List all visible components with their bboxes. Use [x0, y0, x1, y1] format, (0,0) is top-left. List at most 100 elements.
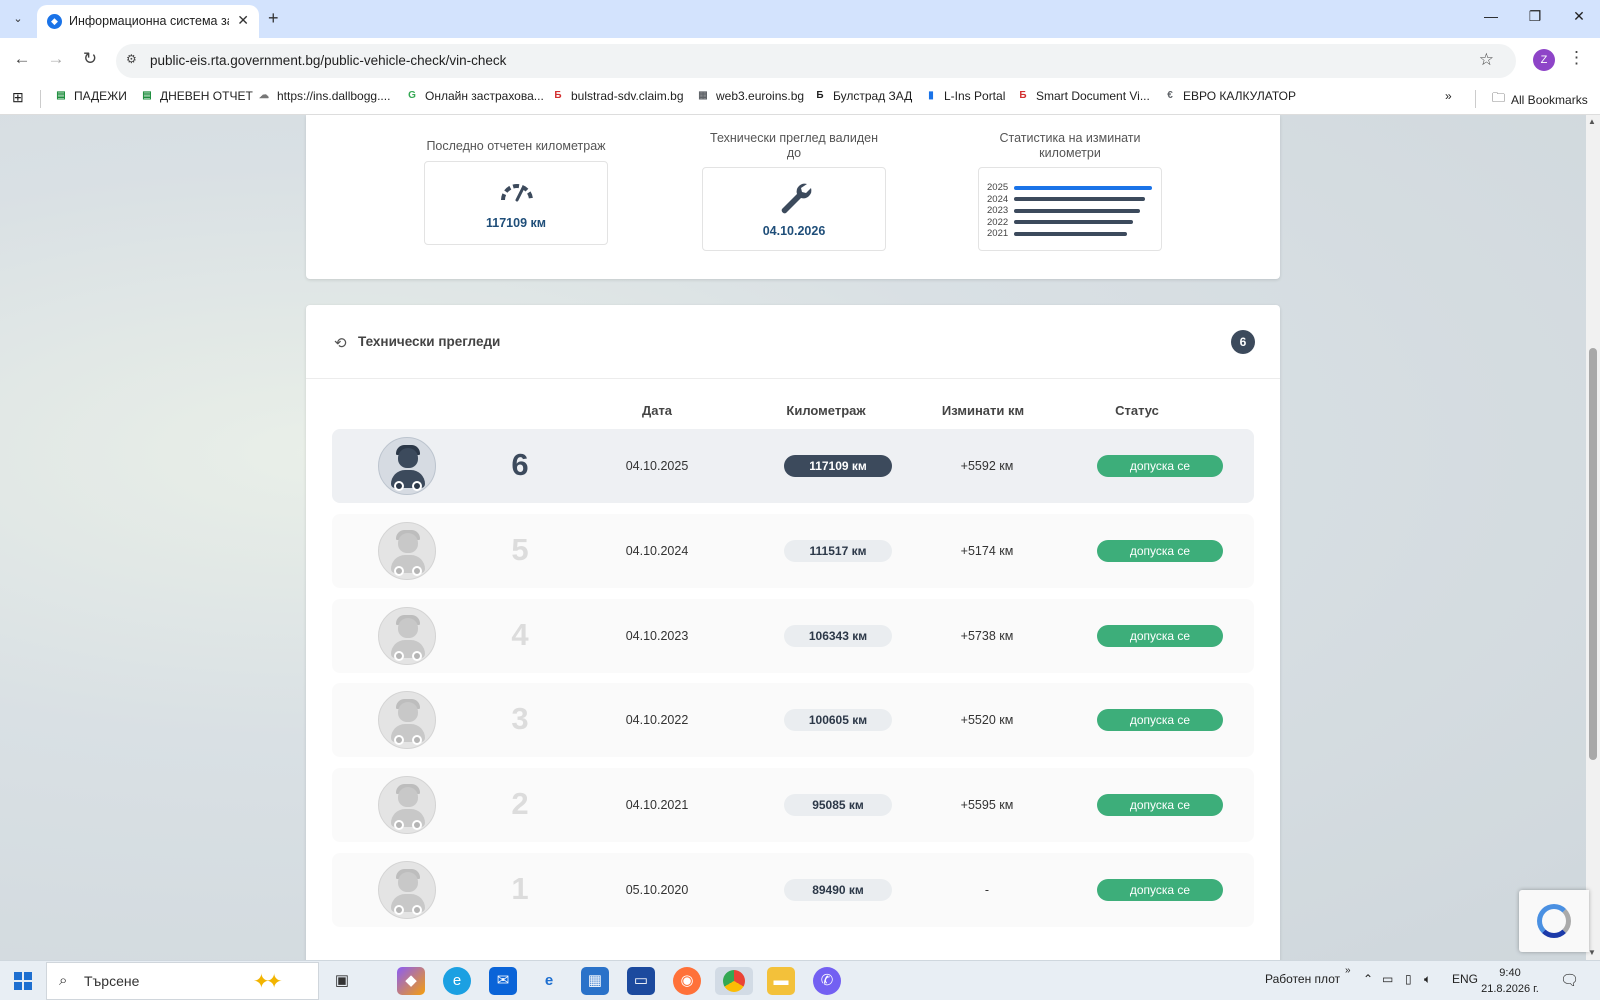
- avatar-head: [398, 617, 418, 638]
- km-difference: +5595 км: [960, 798, 1014, 813]
- inspection-row[interactable]: 1 05.10.2020 89490 км - допуска се: [332, 853, 1254, 927]
- scroll-up-icon[interactable]: ▲: [1588, 117, 1596, 126]
- reload-icon[interactable]: ↻: [78, 49, 102, 69]
- bookmark-item[interactable]: Бbulstrad-sdv.claim.bg: [551, 89, 684, 103]
- recaptcha-logo-icon: [1537, 904, 1571, 938]
- page-viewport: Последно отчетен километраж 117109 км Те…: [0, 115, 1586, 960]
- new-tab-button[interactable]: +: [268, 8, 279, 29]
- mini-chart-bar: [1014, 197, 1146, 201]
- bookmark-item[interactable]: Б Булстрад ЗАД: [813, 89, 912, 103]
- last-km-stat: Последно отчетен километраж 117109 км: [424, 139, 608, 245]
- chrome-icon[interactable]: [715, 967, 753, 995]
- folder-icon: 🗀: [1492, 90, 1506, 105]
- url-text[interactable]: public-eis.rta.government.bg/public-vehi…: [150, 53, 506, 68]
- more-bookmarks-icon[interactable]: »: [1445, 89, 1452, 103]
- mini-chart-bar: [1014, 220, 1133, 224]
- minimize-button[interactable]: —: [1476, 8, 1506, 24]
- speedometer-icon: [501, 184, 533, 202]
- g-icon: G: [408, 90, 416, 101]
- windows-start-icon[interactable]: [14, 972, 32, 990]
- store-icon[interactable]: ▦: [581, 967, 609, 995]
- mini-chart-bar: [1014, 231, 1128, 236]
- inspection-number: 1: [511, 871, 529, 906]
- inspection-number: 5: [511, 531, 529, 567]
- tab-search-button[interactable]: ⌄: [8, 9, 28, 29]
- recaptcha-badge[interactable]: [1519, 890, 1589, 952]
- bookmark-item[interactable]: G Онлайн застрахова...: [405, 89, 544, 103]
- forward-arrow-icon[interactable]: →: [44, 49, 68, 69]
- toolbar-expand-icon[interactable]: »: [1345, 965, 1351, 976]
- task-view-icon[interactable]: ▣: [328, 967, 356, 995]
- scroll-down-icon[interactable]: ▼: [1588, 948, 1596, 957]
- tray-overflow-icon[interactable]: ⌃: [1363, 972, 1373, 986]
- avatar-wheel: [412, 650, 422, 661]
- browser-tab-bar: ⌄ ◆ Информационна система за п ✕ + — ❐ ✕: [0, 0, 1600, 38]
- status-badge: допуска се: [1097, 709, 1223, 732]
- mini-chart-year: 2023: [987, 205, 1009, 216]
- bookmark-item[interactable]: ▤ ПАДЕЖИ: [54, 89, 127, 103]
- inspection-valid-label: Технически преглед валиден до: [710, 131, 878, 160]
- bookmark-label: Онлайн застрахова...: [425, 89, 544, 103]
- inspection-valid-box: 04.10.2026: [702, 167, 886, 251]
- speaker-muted-icon[interactable]: 🔈︎: [1424, 972, 1431, 987]
- close-tab-icon[interactable]: ✕: [237, 12, 249, 29]
- mini-chart-row: 2024: [987, 194, 1146, 205]
- mini-chart-bar: [1014, 185, 1153, 190]
- all-bookmarks-label: All Bookmarks: [1511, 93, 1588, 107]
- active-tab[interactable]: ◆ Информационна система за п ✕: [37, 5, 259, 38]
- bookmark-label: bulstrad-sdv.claim.bg: [571, 89, 684, 103]
- menu-dots-icon[interactable]: ⋮: [1568, 48, 1585, 68]
- b-icon: Б: [1019, 90, 1027, 101]
- site-info-icon[interactable]: ⚙: [126, 52, 137, 66]
- address-bar[interactable]: ⚙ public-eis.rta.government.bg/public-ve…: [116, 44, 1516, 78]
- copilot-sparkle-icon: ✦✦: [253, 971, 282, 993]
- apps-grid-icon[interactable]: ⊞: [12, 89, 24, 106]
- taskbar-search[interactable]: ⌕ Търсене ✦✦: [46, 962, 319, 1000]
- restore-button[interactable]: ❐: [1520, 8, 1550, 25]
- all-bookmarks[interactable]: 🗀 All Bookmarks: [1492, 89, 1588, 111]
- inspection-row[interactable]: 3 04.10.2022 100605 км +5520 км допуска се: [332, 683, 1254, 758]
- scanner-app-icon[interactable]: ▭: [627, 967, 655, 995]
- edge-browser-icon[interactable]: e: [443, 967, 471, 995]
- file-explorer-icon[interactable]: ▬: [767, 967, 795, 995]
- vertical-scrollbar[interactable]: ▲ ▼: [1586, 115, 1600, 960]
- inspection-row[interactable]: 4 04.10.2023 106343 км +5738 км допуска се: [332, 598, 1254, 673]
- bookmark-item[interactable]: ▦ web3.euroins.bg: [696, 89, 804, 103]
- inspection-number: 6: [511, 447, 529, 482]
- notifications-icon[interactable]: 🗨︎: [1560, 971, 1579, 989]
- bookmark-label: Булстрад ЗАД: [833, 89, 913, 103]
- internet-explorer-icon[interactable]: e: [535, 967, 563, 995]
- inspection-row[interactable]: 2 04.10.2021 95085 км +5595 км допуска се: [332, 768, 1254, 843]
- back-arrow-icon[interactable]: ←: [10, 49, 34, 69]
- taskbar-clock[interactable]: 9:40 21.8.2026 г.: [1480, 965, 1540, 997]
- viber-icon[interactable]: ✆: [813, 967, 841, 995]
- firefox-icon[interactable]: ◉: [673, 967, 701, 995]
- close-window-button[interactable]: ✕: [1564, 8, 1594, 25]
- bookmark-item[interactable]: ▮ L-Ins Portal: [924, 89, 1005, 103]
- b-icon: Б: [554, 90, 562, 101]
- bookmark-item[interactable]: ☁ https://ins.dallbogg....: [257, 89, 390, 103]
- avatar-head: [398, 448, 418, 468]
- bookmark-item[interactable]: Б Smart Document Vi...: [1016, 89, 1149, 103]
- language-indicator[interactable]: ENG: [1452, 972, 1478, 986]
- inspection-row[interactable]: 6 04.10.2025 117109 км +5592 км допуска се: [332, 429, 1254, 503]
- km-statistics-stat: Статистика на изминати километри 2025 202…: [978, 131, 1162, 251]
- profile-avatar[interactable]: Z: [1533, 49, 1555, 71]
- km-difference: +5592 км: [960, 459, 1014, 473]
- network-icon[interactable]: ▭: [1382, 972, 1393, 986]
- bookmark-item[interactable]: ▤ ДНЕВЕН ОТЧЕТ: [140, 89, 253, 103]
- avatar-head: [398, 872, 418, 892]
- desktop-toolbar-label[interactable]: Работен плот: [1265, 972, 1340, 986]
- scroll-thumb[interactable]: [1589, 348, 1597, 760]
- meet-now-icon[interactable]: ▯: [1405, 972, 1412, 986]
- avatar-wheel: [394, 905, 404, 915]
- avatar-wheel: [412, 820, 422, 831]
- inspection-row[interactable]: 5 04.10.2024 111517 км +5174 км допуска се: [332, 513, 1254, 588]
- last-km-value: 117109 км: [486, 216, 546, 230]
- mechanic-avatar-icon: [378, 606, 436, 665]
- km-mini-chart: 2025 2024 2023 2022 2021: [978, 167, 1162, 251]
- outlook-icon[interactable]: ✉: [489, 967, 517, 995]
- copilot-app-icon[interactable]: ◆: [397, 967, 425, 995]
- bookmark-star-icon[interactable]: ☆: [1479, 50, 1494, 70]
- bookmark-item[interactable]: € ЕВРО КАЛКУЛАТОР: [1163, 89, 1296, 103]
